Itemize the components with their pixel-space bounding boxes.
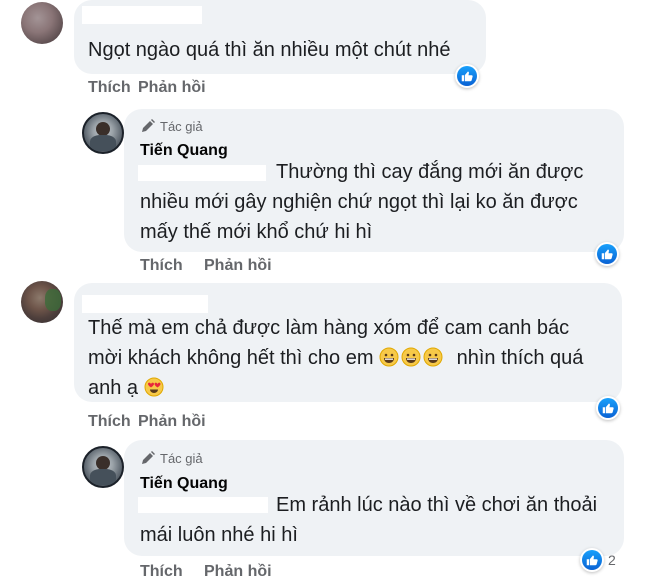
pencil-icon <box>142 119 155 132</box>
author-avatar[interactable] <box>82 446 124 488</box>
comment-text-line: Thường thì cay đắng mới ăn được <box>276 161 584 183</box>
thumbs-up-icon <box>602 403 614 414</box>
redacted-name <box>82 295 208 313</box>
grinning-emoji <box>423 347 443 367</box>
comment-bubble: Tác giả Tiến Quang Em rảnh lúc nào thì v… <box>124 440 624 556</box>
comment-text-line: nhiều mới gây nghiện chứ ngọt thì lại ko… <box>140 191 578 213</box>
like-reaction-badge[interactable] <box>596 396 620 420</box>
comment-text-line: mời khách không hết thì cho em nhìn thíc… <box>88 343 583 373</box>
author-badge: Tác giả <box>140 450 203 466</box>
reply-button[interactable]: Phản hồi <box>138 413 206 431</box>
thumbs-up-icon <box>601 249 613 260</box>
like-reaction-badge[interactable] <box>455 64 479 88</box>
reply-button[interactable]: Phản hồi <box>138 79 206 97</box>
like-button[interactable]: Thích <box>140 563 183 581</box>
like-button[interactable]: Thích <box>88 79 131 97</box>
author-badge: Tác giả <box>140 118 203 134</box>
like-button[interactable]: Thích <box>140 257 183 275</box>
comment-bubble: Ngọt ngào quá thì ăn nhiều một chút nhé <box>74 0 486 74</box>
comment-text: Ngọt ngào quá thì ăn nhiều một chút nhé <box>88 39 451 61</box>
reaction-count[interactable]: 2 <box>608 552 616 568</box>
author-avatar[interactable] <box>82 112 124 154</box>
badge-label: Tác giả <box>160 450 203 466</box>
reply-button[interactable]: Phản hồi <box>204 563 272 581</box>
thumbs-up-icon <box>586 555 598 566</box>
like-button[interactable]: Thích <box>88 413 131 431</box>
heart-eyes-emoji <box>144 377 164 397</box>
grinning-emoji <box>401 347 421 367</box>
avatar[interactable] <box>21 2 63 44</box>
redacted-mention <box>138 497 268 513</box>
avatar[interactable] <box>21 281 63 323</box>
comment-text-segment: nhìn thích quá <box>456 347 584 369</box>
reply-button[interactable]: Phản hồi <box>204 257 272 275</box>
comment-bubble: Thế mà em chả được làm hàng xóm để cam c… <box>74 283 622 402</box>
pencil-icon <box>142 451 155 464</box>
comment-bubble: Tác giả Tiến Quang Thường thì cay đắng m… <box>124 109 624 252</box>
comment-text-line: anh ạ <box>88 373 164 403</box>
redacted-mention <box>138 165 266 181</box>
comment-text-line: Em rảnh lúc nào thì về chơi ăn thoải <box>276 494 598 516</box>
comment-text-line: mấy thế mới khổ chứ hi hì <box>140 221 373 243</box>
comment-text-line: Thế mà em chả được làm hàng xóm để cam c… <box>88 317 570 339</box>
grinning-emoji <box>379 347 399 367</box>
thumbs-up-icon <box>461 71 473 82</box>
redacted-name <box>82 6 202 24</box>
badge-label: Tác giả <box>160 118 203 134</box>
comment-text-segment: anh ạ <box>88 377 139 399</box>
comment-text-line: mái luôn nhé hi hì <box>140 524 298 546</box>
author-name[interactable]: Tiến Quang <box>140 475 228 493</box>
like-reaction-badge[interactable] <box>580 548 604 572</box>
like-reaction-badge[interactable] <box>595 242 619 266</box>
comment-text-segment: mời khách không hết thì cho em <box>88 347 374 369</box>
author-name[interactable]: Tiến Quang <box>140 142 228 160</box>
